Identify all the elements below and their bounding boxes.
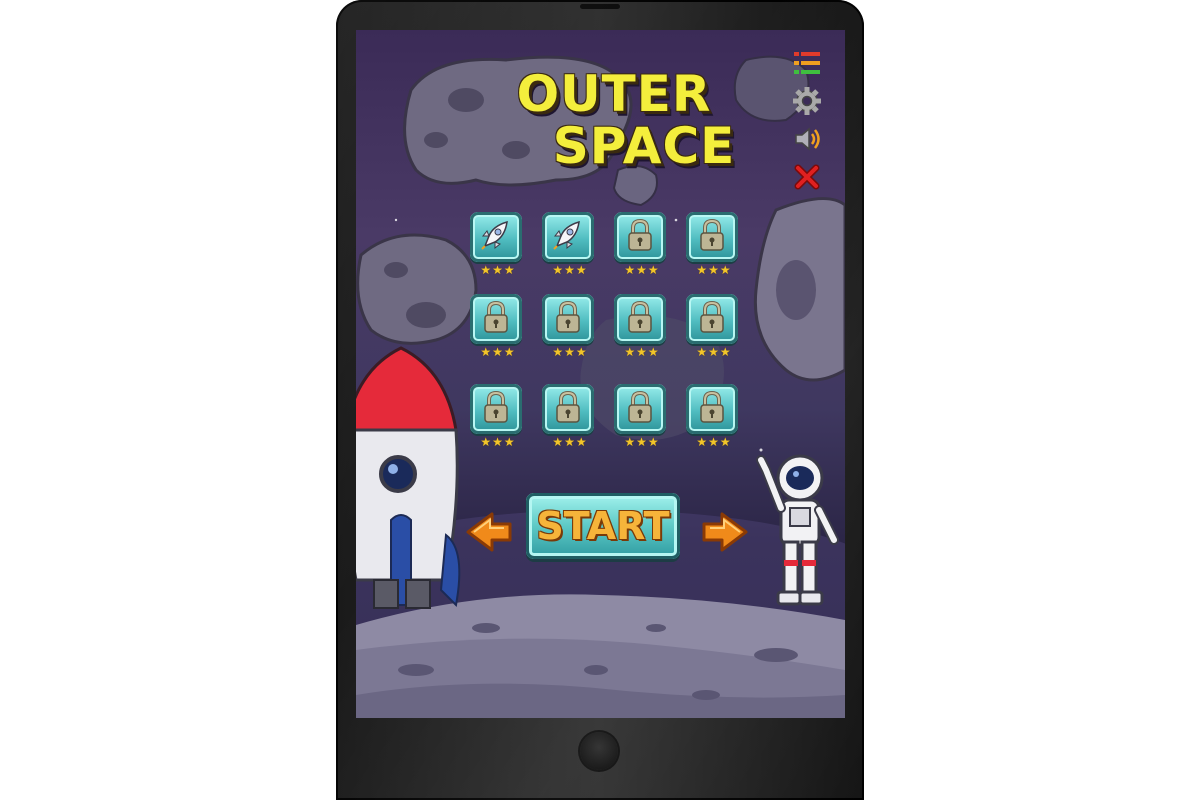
- lock-icon: [696, 390, 728, 428]
- asteroid-left: [356, 233, 478, 345]
- sound-icon[interactable]: [790, 122, 824, 156]
- level-2-button[interactable]: ★★★: [542, 212, 598, 284]
- level-8-button[interactable]: ★★★: [686, 294, 742, 366]
- level-7-button[interactable]: ★★★: [614, 294, 670, 366]
- rocket-icon: [479, 218, 513, 256]
- lock-icon: [480, 390, 512, 428]
- close-icon[interactable]: [790, 160, 824, 194]
- lock-icon: [696, 300, 728, 338]
- list-menu-icon[interactable]: [790, 46, 824, 80]
- level-12-button[interactable]: ★★★: [686, 384, 742, 456]
- gear-icon[interactable]: [790, 84, 824, 118]
- level-stars: ★★★: [624, 435, 660, 449]
- lock-icon: [552, 300, 584, 338]
- level-5-button[interactable]: ★★★: [470, 294, 526, 366]
- level-tile: [470, 212, 522, 262]
- level-tile: [542, 212, 594, 262]
- level-1-button[interactable]: ★★★: [470, 212, 526, 284]
- lock-icon: [552, 390, 584, 428]
- level-11-button[interactable]: ★★★: [614, 384, 670, 456]
- level-3-button[interactable]: ★★★: [614, 212, 670, 284]
- level-tile: [686, 294, 738, 344]
- level-tile: [614, 212, 666, 262]
- level-tile: [686, 212, 738, 262]
- level-tile: [470, 384, 522, 434]
- speaker-slot: [580, 4, 620, 9]
- next-arrow-icon[interactable]: [700, 510, 750, 554]
- game-title: OUTER SPACE: [474, 68, 754, 172]
- level-tile: [614, 294, 666, 344]
- level-tile: [542, 384, 594, 434]
- title-line-2: SPACE: [552, 117, 736, 175]
- home-button[interactable]: [580, 732, 618, 770]
- start-button-label: START: [536, 504, 670, 548]
- level-stars: ★★★: [480, 263, 516, 277]
- level-stars: ★★★: [624, 345, 660, 359]
- level-stars: ★★★: [696, 263, 732, 277]
- rocket-illustration: [356, 346, 461, 609]
- level-tile: [614, 384, 666, 434]
- level-stars: ★★★: [552, 435, 588, 449]
- game-screen: OUTER SPACE ★★★ ★★★ ★★★ ★★★ ★★★ ★★★ ★★★ …: [356, 30, 845, 718]
- lock-icon: [624, 390, 656, 428]
- rocket-icon: [551, 218, 585, 256]
- level-10-button[interactable]: ★★★: [542, 384, 598, 456]
- level-stars: ★★★: [552, 345, 588, 359]
- level-stars: ★★★: [696, 345, 732, 359]
- level-tile: [542, 294, 594, 344]
- level-9-button[interactable]: ★★★: [470, 384, 526, 456]
- title-line-1: OUTER: [516, 65, 712, 123]
- level-stars: ★★★: [552, 263, 588, 277]
- lock-icon: [696, 218, 728, 256]
- level-stars: ★★★: [624, 263, 660, 277]
- lock-icon: [480, 300, 512, 338]
- start-button[interactable]: START: [526, 493, 680, 559]
- level-stars: ★★★: [480, 435, 516, 449]
- level-tile: [470, 294, 522, 344]
- level-stars: ★★★: [480, 345, 516, 359]
- level-stars: ★★★: [696, 435, 732, 449]
- level-tile: [686, 384, 738, 434]
- side-menu: [790, 46, 826, 198]
- previous-arrow-icon[interactable]: [464, 510, 514, 554]
- level-6-button[interactable]: ★★★: [542, 294, 598, 366]
- lock-icon: [624, 218, 656, 256]
- level-4-button[interactable]: ★★★: [686, 212, 742, 284]
- lock-icon: [624, 300, 656, 338]
